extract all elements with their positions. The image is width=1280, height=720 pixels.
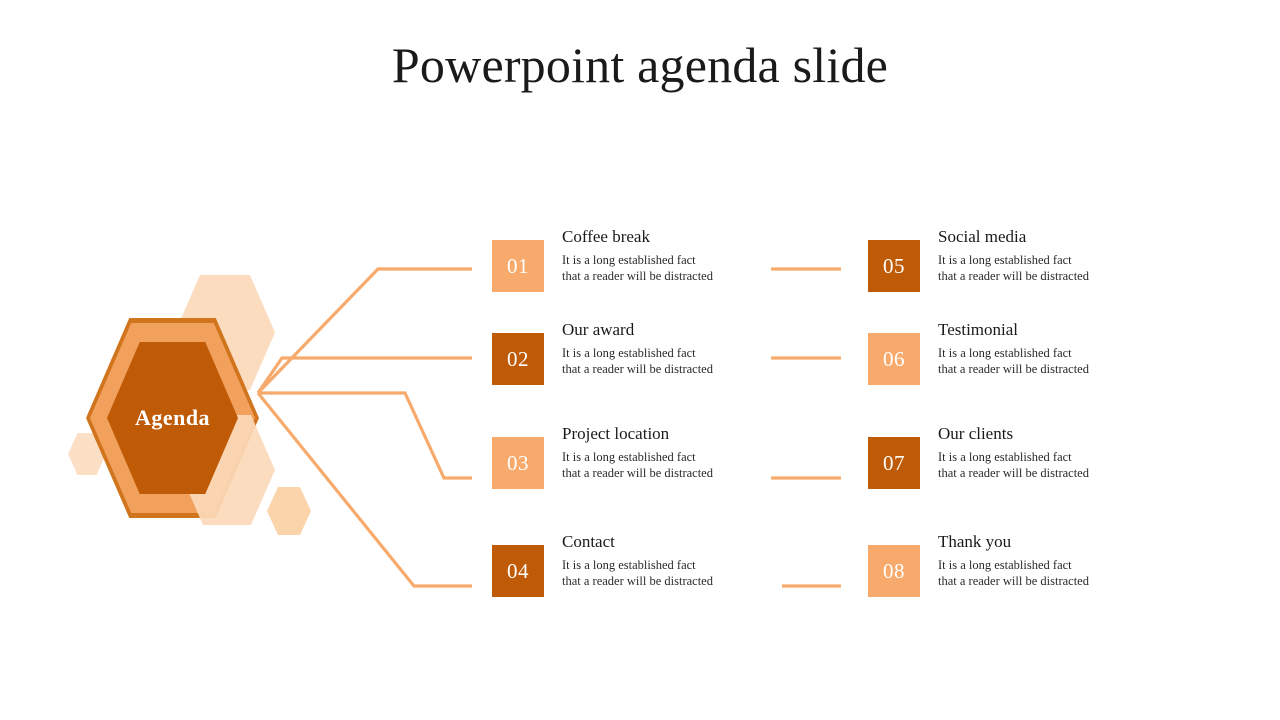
item-body-line-1: It is a long established fact	[562, 558, 696, 572]
item-title: Thank you	[938, 532, 1012, 551]
item-text-block: Social media It is a long established fa…	[938, 226, 1089, 284]
item-text-block: Our clients It is a long established fac…	[938, 423, 1089, 481]
agenda-item-08[interactable]: 08 Thank you It is a long established fa…	[868, 532, 1089, 597]
item-body-line-2: that a reader will be distracted	[938, 269, 1089, 283]
item-text-block: Project location It is a long establishe…	[562, 423, 713, 481]
item-title: Coffee break	[562, 227, 650, 246]
item-text-block: Testimonial It is a long established fac…	[938, 319, 1089, 377]
item-number-badge: 08	[868, 545, 920, 597]
item-title: Contact	[562, 532, 615, 551]
item-number-badge: 03	[492, 437, 544, 489]
agenda-item-04[interactable]: 04 Contact It is a long established fact…	[492, 532, 713, 597]
agenda-item-07[interactable]: 07 Our clients It is a long established …	[868, 424, 1089, 489]
item-title: Our clients	[938, 424, 1014, 443]
item-number-badge: 01	[492, 240, 544, 292]
decorative-hexagon-small-bottom	[267, 487, 311, 535]
item-number-badge: 07	[868, 437, 920, 489]
item-text-block: Our award It is a long established fact …	[562, 319, 713, 377]
item-body-line-1: It is a long established fact	[562, 253, 696, 267]
item-title: Our award	[562, 320, 635, 339]
agenda-item-01[interactable]: 01 Coffee break It is a long established…	[492, 227, 713, 292]
item-number-badge: 04	[492, 545, 544, 597]
item-body-line-1: It is a long established fact	[562, 450, 696, 464]
agenda-hub-label: Agenda	[134, 405, 211, 430]
item-number-badge: 06	[868, 333, 920, 385]
item-text-block: Contact It is a long established fact th…	[562, 531, 713, 589]
item-number-badge: 05	[868, 240, 920, 292]
agenda-item-06[interactable]: 06 Testimonial It is a long established …	[868, 320, 1089, 385]
item-body-line-2: that a reader will be distracted	[562, 574, 713, 588]
item-body-line-1: It is a long established fact	[938, 346, 1072, 360]
item-body-line-1: It is a long established fact	[938, 558, 1072, 572]
item-body-line-2: that a reader will be distracted	[562, 269, 713, 283]
item-title: Testimonial	[938, 320, 1019, 339]
item-body-line-2: that a reader will be distracted	[562, 362, 713, 376]
item-text-block: Coffee break It is a long established fa…	[562, 226, 713, 284]
agenda-item-02[interactable]: 02 Our award It is a long established fa…	[492, 320, 713, 385]
item-body-line-1: It is a long established fact	[938, 253, 1072, 267]
item-body-line-2: that a reader will be distracted	[938, 362, 1089, 376]
page-title: Powerpoint agenda slide	[391, 37, 889, 93]
item-body-line-2: that a reader will be distracted	[938, 466, 1089, 480]
item-title: Social media	[938, 227, 1027, 246]
agenda-hexagon-cluster: Agenda	[55, 255, 325, 545]
item-body-line-1: It is a long established fact	[562, 346, 696, 360]
item-body-line-2: that a reader will be distracted	[938, 574, 1089, 588]
agenda-item-03[interactable]: 03 Project location It is a long establi…	[492, 424, 713, 489]
agenda-item-05[interactable]: 05 Social media It is a long established…	[868, 227, 1089, 292]
item-title: Project location	[562, 424, 670, 443]
item-body-line-1: It is a long established fact	[938, 450, 1072, 464]
item-text-block: Thank you It is a long established fact …	[938, 531, 1089, 589]
item-number-badge: 02	[492, 333, 544, 385]
item-body-line-2: that a reader will be distracted	[562, 466, 713, 480]
